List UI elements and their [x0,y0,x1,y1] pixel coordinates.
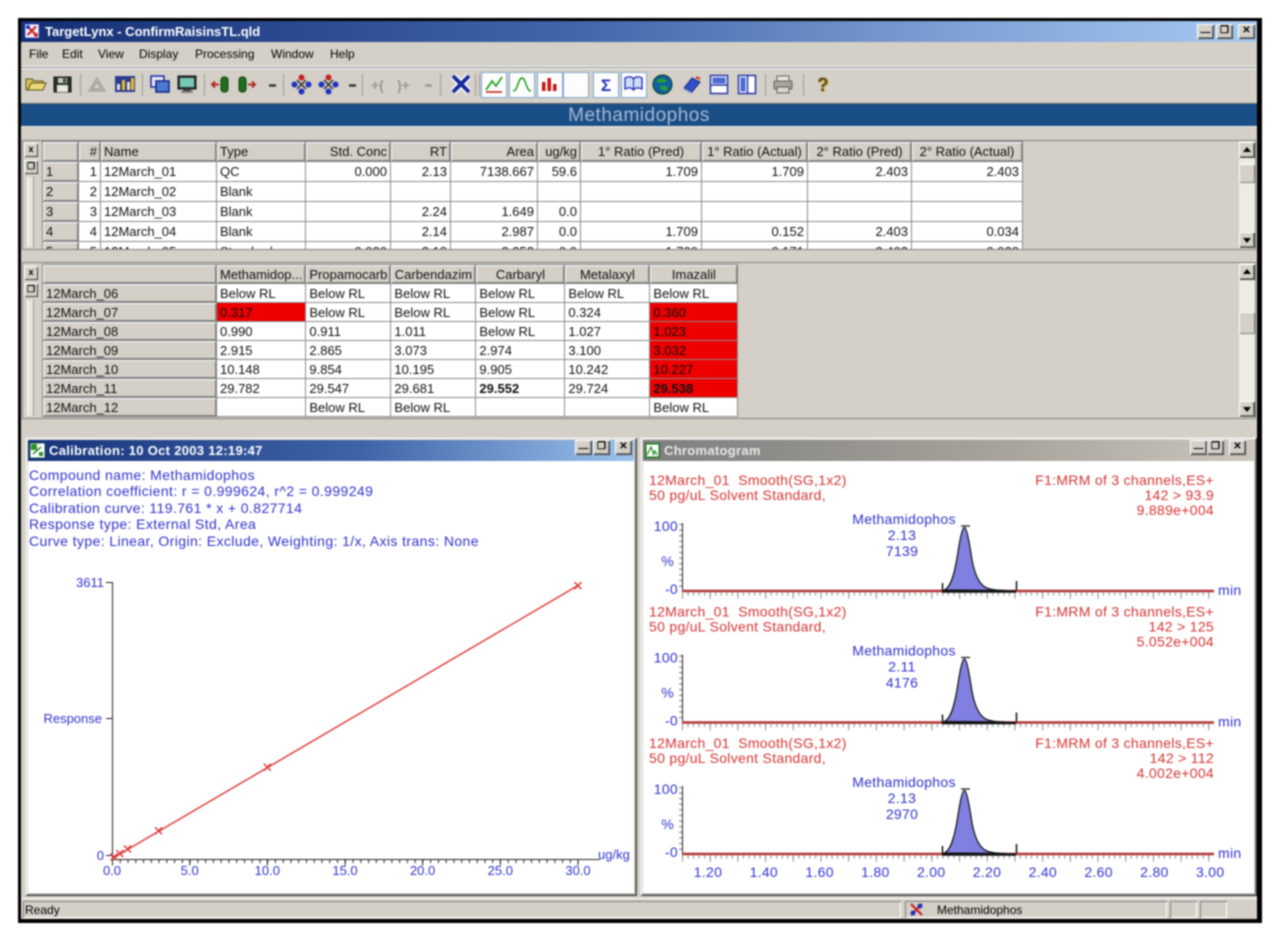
svg-text:2.13: 2.13 [888,527,916,543]
svg-text:4176: 4176 [886,675,918,691]
svg-text:1.80: 1.80 [861,864,889,880]
svg-text:Response: Response [43,711,102,726]
svg-text:15.0: 15.0 [332,863,357,878]
svg-text:142 > 93.9: 142 > 93.9 [1144,487,1214,503]
svg-text:4.002e+004: 4.002e+004 [1137,765,1214,781]
svg-text:3.00: 3.00 [1196,864,1224,880]
svg-text:1.20: 1.20 [694,864,722,880]
svg-text:1.60: 1.60 [805,864,833,880]
svg-text:142 > 125: 142 > 125 [1149,619,1214,635]
svg-text:0.0: 0.0 [103,863,121,878]
svg-text:2.20: 2.20 [973,864,1001,880]
svg-text:F1:MRM of 3 channels,ES+: F1:MRM of 3 channels,ES+ [1035,735,1214,751]
svg-text:5.052e+004: 5.052e+004 [1137,634,1214,650]
svg-text:F1:MRM of 3 channels,ES+: F1:MRM of 3 channels,ES+ [1035,604,1214,620]
svg-text:0: 0 [97,848,104,863]
svg-text:20.0: 20.0 [410,863,435,878]
svg-text:7139: 7139 [886,543,918,559]
svg-text:5.0: 5.0 [181,863,199,878]
svg-text:142 > 112: 142 > 112 [1150,750,1214,766]
svg-text:2.11: 2.11 [888,659,915,675]
svg-text:2.80: 2.80 [1140,864,1168,880]
svg-text:12March_01 Smooth(SG,1x2): 12March_01 Smooth(SG,1x2) [649,472,847,488]
svg-text:)+: )+ [397,77,410,93]
svg-text:2.13: 2.13 [888,790,916,806]
svg-text:1.40: 1.40 [750,864,778,880]
svg-text:+(: +( [371,77,384,93]
svg-text:10.0: 10.0 [255,863,280,878]
svg-text:2.60: 2.60 [1084,864,1112,880]
svg-text:?: ? [817,75,829,96]
svg-text:9.889e+004: 9.889e+004 [1137,502,1214,518]
svg-text:50 pg/uL Solvent Standard,: 50 pg/uL Solvent Standard, [649,750,826,766]
svg-text:Σ: Σ [601,76,611,95]
svg-text:25.0: 25.0 [488,863,513,878]
svg-text:12March_01 Smooth(SG,1x2): 12March_01 Smooth(SG,1x2) [649,735,847,751]
svg-text:F1:MRM of 3 channels,ES+: F1:MRM of 3 channels,ES+ [1035,472,1214,488]
svg-text:3611: 3611 [76,575,104,590]
svg-text:ug/kg: ug/kg [598,847,630,862]
svg-text:30.0: 30.0 [565,863,590,878]
svg-text:50 pg/uL Solvent Standard,: 50 pg/uL Solvent Standard, [649,619,826,635]
svg-text:2.00: 2.00 [917,864,945,880]
svg-text:50 pg/uL Solvent Standard,: 50 pg/uL Solvent Standard, [649,487,826,503]
svg-text:2970: 2970 [886,806,918,822]
svg-text:2.40: 2.40 [1029,864,1057,880]
svg-text:12March_01 Smooth(SG,1x2): 12March_01 Smooth(SG,1x2) [649,604,847,620]
